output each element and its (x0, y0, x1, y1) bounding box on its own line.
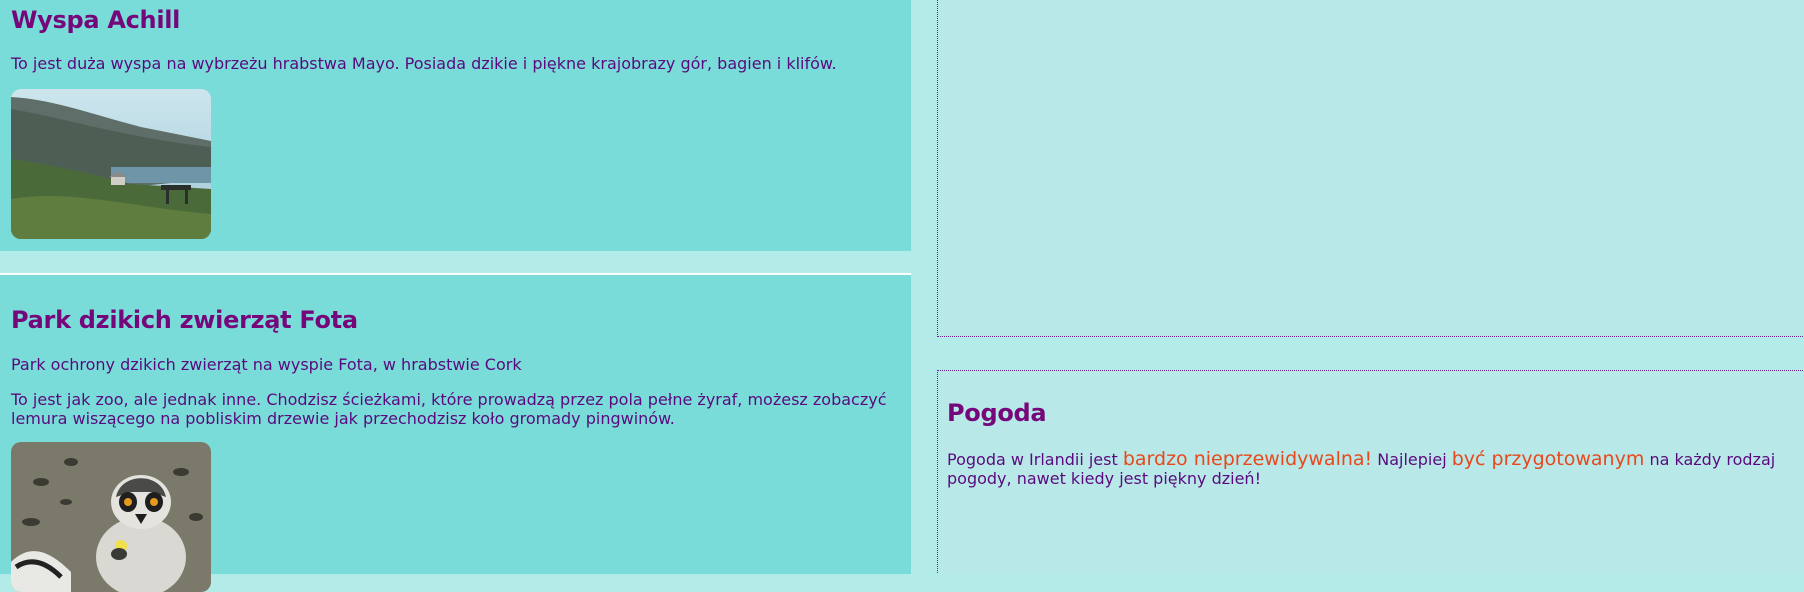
article-title: Wyspa Achill (11, 6, 181, 34)
article-paragraph: To jest jak zoo, ale jednak inne. Chodzi… (11, 390, 887, 428)
weather-text-part: Pogoda w Irlandii jest (947, 450, 1123, 469)
weather-text-part: Najlepiej (1372, 450, 1452, 469)
weather-text: Pogoda w Irlandii jest bardzo nieprzewid… (947, 448, 1797, 489)
lemur-photo (11, 442, 211, 592)
weather-highlight: bardzo nieprzewidywalna! (1122, 448, 1373, 470)
article-fota: Park dzikich zwierząt Fota Park ochrony … (0, 273, 911, 592)
sidebar-empty-panel (937, 0, 1804, 337)
article-paragraph: Park ochrony dzikich zwierząt na wyspie … (11, 355, 522, 374)
weather-title: Pogoda (947, 399, 1047, 427)
article-title: Park dzikich zwierząt Fota (11, 306, 358, 334)
achill-photo (11, 89, 211, 239)
article-paragraph: To jest duża wyspa na wybrzeżu hrabstwa … (11, 54, 837, 73)
main-column: Wyspa Achill To jest duża wyspa na wybrz… (0, 0, 912, 592)
weather-panel: Pogoda Pogoda w Irlandii jest bardzo nie… (937, 370, 1804, 573)
weather-highlight: być przygotowanym (1451, 448, 1645, 470)
article-achill: Wyspa Achill To jest duża wyspa na wybrz… (0, 0, 911, 251)
